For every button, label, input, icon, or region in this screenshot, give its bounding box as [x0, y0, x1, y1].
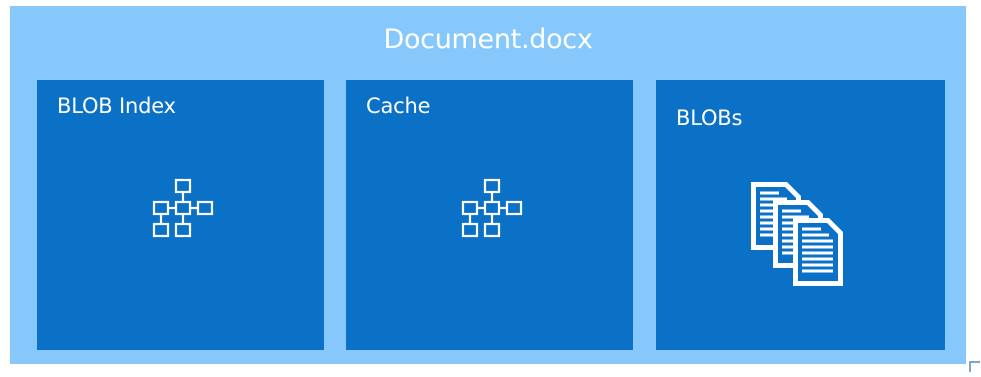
- cache-label: Cache: [366, 94, 430, 118]
- network-icon: [137, 172, 227, 262]
- blobs-label: BLOBs: [676, 106, 742, 130]
- document-container: Document.docx BLOB Index Cache: [10, 6, 966, 364]
- documents-icon: [735, 166, 865, 296]
- resize-corner-icon: [968, 358, 981, 371]
- document-title: Document.docx: [10, 24, 966, 55]
- blob-index-label: BLOB Index: [57, 94, 176, 118]
- blobs-panel: BLOBs: [656, 80, 945, 350]
- cache-panel: Cache: [346, 80, 633, 350]
- network-icon: [446, 172, 536, 262]
- blob-index-panel: BLOB Index: [37, 80, 324, 350]
